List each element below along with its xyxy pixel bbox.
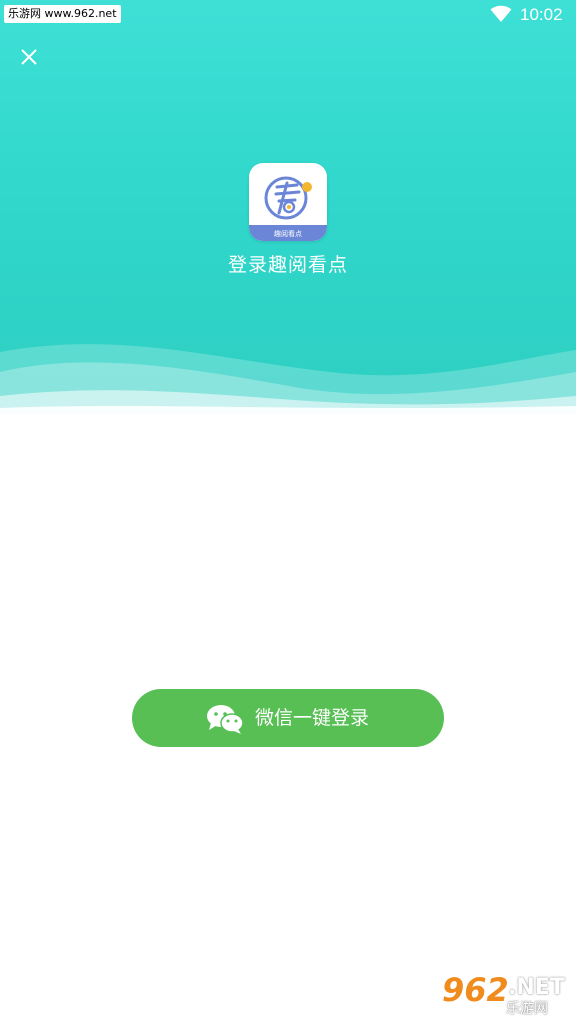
corner-watermark-suffix: .NET (508, 975, 565, 1000)
status-indicator-lines (44, 18, 88, 21)
app-logo: 趣阅看点 (249, 163, 327, 241)
close-icon (21, 49, 37, 65)
wechat-icon (207, 705, 244, 734)
login-screen: 乐游网 www.962.net 10:02 趣阅看点 登录趣阅看点 微信一键登录… (0, 0, 576, 1024)
status-time: 10:02 (520, 5, 563, 24)
corner-watermark-number: 962 (442, 971, 509, 1009)
header-banner: 乐游网 www.962.net 10:02 趣阅看点 登录趣阅看点 (0, 0, 576, 414)
app-logo-glyph (264, 176, 312, 220)
corner-watermark-site: 乐游网 (506, 1001, 548, 1017)
page-title: 登录趣阅看点 (227, 254, 348, 276)
status-bar: 乐游网 www.962.net 10:02 (0, 0, 576, 30)
app-logo-caption: 趣阅看点 (274, 230, 302, 238)
close-button[interactable] (14, 42, 44, 72)
corner-watermark: 962 .NET 乐游网 (438, 972, 572, 1020)
wechat-login-label: 微信一键登录 (255, 707, 370, 729)
wifi-icon (490, 5, 512, 22)
wechat-login-button[interactable]: 微信一键登录 (132, 689, 444, 747)
